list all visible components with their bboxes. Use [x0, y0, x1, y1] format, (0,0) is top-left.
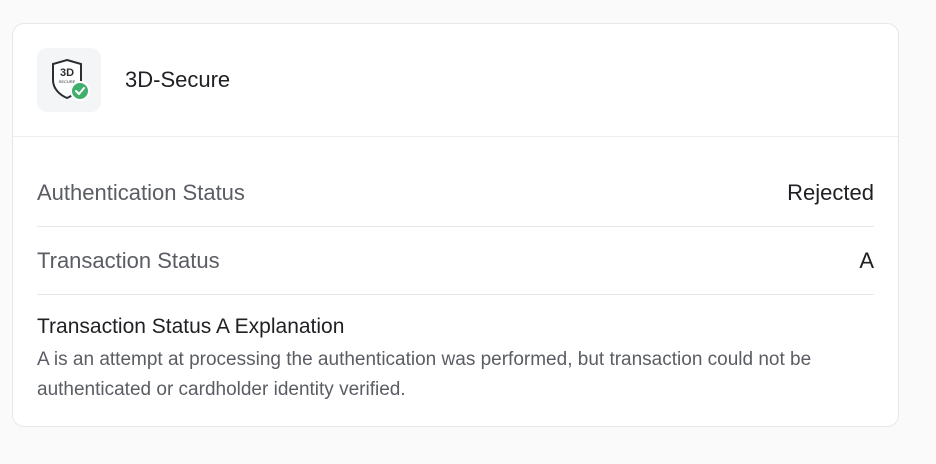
- explanation-text: A is an attempt at processing the authen…: [37, 349, 812, 400]
- authentication-status-label: Authentication Status: [37, 180, 245, 205]
- authentication-status-row: Authentication Status Rejected: [37, 137, 874, 227]
- transaction-status-value: A: [859, 247, 874, 273]
- card-body: Authentication Status Rejected Transacti…: [13, 137, 898, 405]
- authentication-status-value: Rejected: [787, 180, 874, 205]
- check-badge-icon: [70, 81, 90, 101]
- three-d-secure-card: 3D SECURE 3D-Secure Authentication Statu…: [12, 23, 899, 427]
- 3d-secure-shield-icon: 3D SECURE: [52, 58, 90, 101]
- shield-label-secure: SECURE: [59, 79, 76, 84]
- 3d-secure-logo: 3D SECURE: [37, 48, 101, 112]
- card-header: 3D SECURE 3D-Secure: [13, 24, 898, 137]
- transaction-status-label: Transaction Status: [37, 247, 220, 273]
- transaction-status-explanation: Transaction Status A Explanation A is an…: [37, 295, 874, 405]
- shield-label-3d: 3D: [60, 67, 74, 79]
- transaction-status-row: Transaction Status A: [37, 227, 874, 295]
- card-title: 3D-Secure: [125, 67, 231, 92]
- explanation-title: Transaction Status A Explanation: [37, 315, 345, 338]
